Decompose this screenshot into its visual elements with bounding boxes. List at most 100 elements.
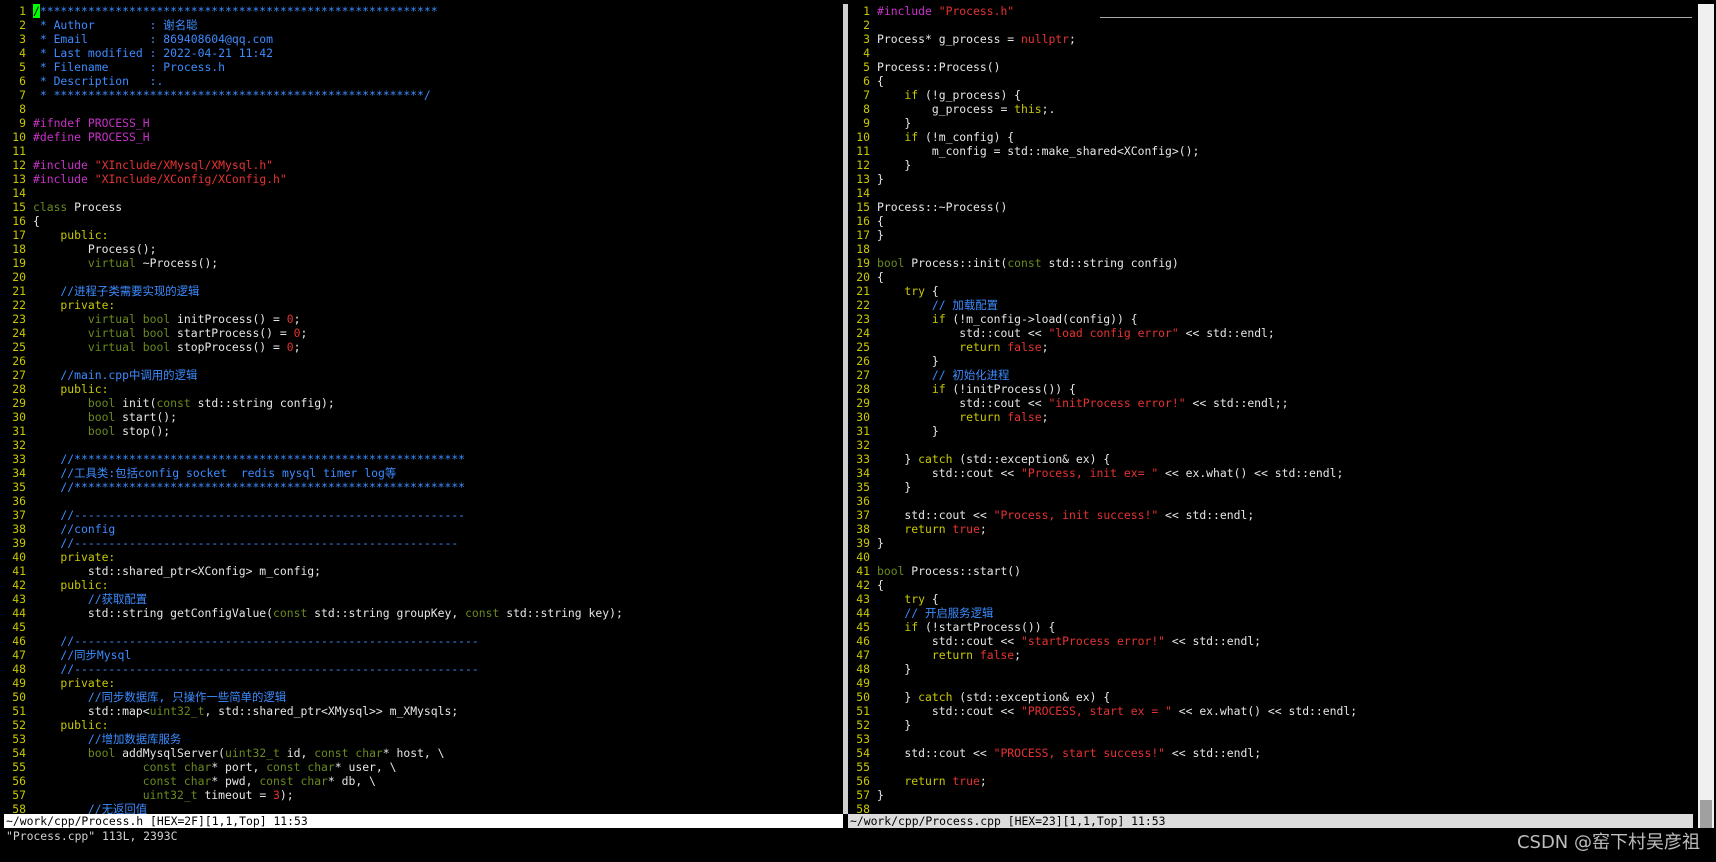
code-line[interactable]: 25 return false; bbox=[848, 340, 1693, 354]
code-line[interactable]: 30 return false; bbox=[848, 410, 1693, 424]
code-line[interactable]: 38 //config bbox=[4, 522, 843, 536]
code-line[interactable]: 6{ bbox=[848, 74, 1693, 88]
code-line[interactable]: 26 bbox=[4, 354, 843, 368]
code-line[interactable]: 37 //-----------------------------------… bbox=[4, 508, 843, 522]
code-line[interactable]: 51 std::map<uint32_t, std::shared_ptr<XM… bbox=[4, 704, 843, 718]
code-line[interactable]: 23 virtual bool initProcess() = 0; bbox=[4, 312, 843, 326]
code-line[interactable]: 53 bbox=[848, 732, 1693, 746]
editor-pane-right[interactable]: 1 #include "Process.h" 2 3 Process* g_proces… bbox=[848, 4, 1693, 814]
code-line[interactable]: 18 bbox=[848, 242, 1693, 256]
code-line[interactable]: 3 Process* g_process = nullptr; bbox=[848, 32, 1693, 46]
code-line[interactable]: 50 } catch (std::exception& ex) { bbox=[848, 690, 1693, 704]
code-line[interactable]: 7 if (!g_process) { bbox=[848, 88, 1693, 102]
code-line[interactable]: 1/**************************************… bbox=[4, 4, 843, 18]
code-line[interactable]: 24 std::cout << "load config error" << s… bbox=[848, 326, 1693, 340]
code-line[interactable]: 40 private: bbox=[4, 550, 843, 564]
code-line[interactable]: 2 bbox=[848, 18, 1693, 32]
code-line[interactable]: 16 { bbox=[848, 214, 1693, 228]
code-line[interactable]: 41 bool Process::start() bbox=[848, 564, 1693, 578]
code-line[interactable]: 58 bbox=[848, 802, 1693, 814]
code-line[interactable]: 33 //***********************************… bbox=[4, 452, 843, 466]
code-line[interactable]: 58 //无返回值 bbox=[4, 802, 843, 814]
code-line[interactable]: 4 * Last modified : 2022-04-21 11:42 bbox=[4, 46, 843, 60]
code-line[interactable]: 36 bbox=[848, 494, 1693, 508]
code-line[interactable]: 35 //***********************************… bbox=[4, 480, 843, 494]
code-line[interactable]: 5 Process::Process() bbox=[848, 60, 1693, 74]
code-line[interactable]: 43 try { bbox=[848, 592, 1693, 606]
code-line[interactable]: 7 * ************************************… bbox=[4, 88, 843, 102]
code-line[interactable]: 57} bbox=[848, 788, 1693, 802]
code-line[interactable]: 45 bbox=[4, 620, 843, 634]
code-line[interactable]: 17 public: bbox=[4, 228, 843, 242]
code-line[interactable]: 13 #include "XInclude/XConfig/XConfig.h" bbox=[4, 172, 843, 186]
code-line[interactable]: 47 return false; bbox=[848, 648, 1693, 662]
code-line[interactable]: 5 * Filename : Process.h bbox=[4, 60, 843, 74]
editor-pane-left[interactable]: 1/**************************************… bbox=[4, 4, 843, 814]
code-line[interactable]: 29 std::cout << "initProcess error!" << … bbox=[848, 396, 1693, 410]
code-line[interactable]: 21 //进程子类需要实现的逻辑 bbox=[4, 284, 843, 298]
code-line[interactable]: 20 { bbox=[848, 270, 1693, 284]
code-line[interactable]: 9 #ifndef PROCESS_H bbox=[4, 116, 843, 130]
code-line[interactable]: 53 //增加数据库服务 bbox=[4, 732, 843, 746]
code-line[interactable]: 52 } bbox=[848, 718, 1693, 732]
code-line[interactable]: 21 try { bbox=[848, 284, 1693, 298]
code-line[interactable]: 50 //同步数据库, 只操作一些简单的逻辑 bbox=[4, 690, 843, 704]
code-line[interactable]: 31 bool stop(); bbox=[4, 424, 843, 438]
code-line[interactable]: 46 //-----------------------------------… bbox=[4, 634, 843, 648]
code-line[interactable]: 43 //获取配置 bbox=[4, 592, 843, 606]
code-line[interactable]: 22 // 加载配置 bbox=[848, 298, 1693, 312]
code-line[interactable]: 47 //同步Mysql bbox=[4, 648, 843, 662]
code-line[interactable]: 54 std::cout << "PROCESS, start success!… bbox=[848, 746, 1693, 760]
code-line[interactable]: 34 std::cout << "Process, init ex= " << … bbox=[848, 466, 1693, 480]
code-line[interactable]: 44 std::string getConfigValue(const std:… bbox=[4, 606, 843, 620]
code-line[interactable]: 26 } bbox=[848, 354, 1693, 368]
code-line[interactable]: 24 virtual bool startProcess() = 0; bbox=[4, 326, 843, 340]
code-line[interactable]: 3 * Email : 869408604@qq.com bbox=[4, 32, 843, 46]
code-line[interactable]: 14 bbox=[848, 186, 1693, 200]
code-line[interactable]: 11 bbox=[4, 144, 843, 158]
code-line[interactable]: 46 std::cout << "startProcess error!" <<… bbox=[848, 634, 1693, 648]
code-line[interactable]: 48 } bbox=[848, 662, 1693, 676]
code-line[interactable]: 17} bbox=[848, 228, 1693, 242]
code-line[interactable]: 10 #define PROCESS_H bbox=[4, 130, 843, 144]
code-line[interactable]: 25 virtual bool stopProcess() = 0; bbox=[4, 340, 843, 354]
code-line[interactable]: 18 Process(); bbox=[4, 242, 843, 256]
code-line[interactable]: 30 bool start(); bbox=[4, 410, 843, 424]
code-line[interactable]: 41 std::shared_ptr<XConfig> m_config; bbox=[4, 564, 843, 578]
code-line[interactable]: 54 bool addMysqlServer(uint32_t id, cons… bbox=[4, 746, 843, 760]
scrollbar-thumb[interactable] bbox=[1700, 800, 1712, 828]
code-line[interactable]: 15 Process::~Process() bbox=[848, 200, 1693, 214]
code-line[interactable]: 31 } bbox=[848, 424, 1693, 438]
code-line[interactable]: 44 // 开启服务逻辑 bbox=[848, 606, 1693, 620]
code-line[interactable]: 14 bbox=[4, 186, 843, 200]
code-line[interactable]: 22 private: bbox=[4, 298, 843, 312]
code-line[interactable]: 28 public: bbox=[4, 382, 843, 396]
code-line[interactable]: 56 const char* pwd, const char* db, \ bbox=[4, 774, 843, 788]
code-line[interactable]: 29 bool init(const std::string config); bbox=[4, 396, 843, 410]
code-line[interactable]: 37 std::cout << "Process, init success!"… bbox=[848, 508, 1693, 522]
code-line[interactable]: 1 #include "Process.h" bbox=[848, 4, 1693, 18]
code-line[interactable]: 36 bbox=[4, 494, 843, 508]
code-line[interactable]: 19 virtual ~Process(); bbox=[4, 256, 843, 270]
code-line[interactable]: 16 { bbox=[4, 214, 843, 228]
code-line[interactable]: 28 if (!initProcess()) { bbox=[848, 382, 1693, 396]
code-line[interactable]: 23 if (!m_config->load(config)) { bbox=[848, 312, 1693, 326]
code-line[interactable]: 34 //工具类:包括config socket redis mysql tim… bbox=[4, 466, 843, 480]
code-line[interactable]: 39 //-----------------------------------… bbox=[4, 536, 843, 550]
code-line[interactable]: 19 bool Process::init(const std::string c… bbox=[848, 256, 1693, 270]
code-line[interactable]: 27 // 初始化进程 bbox=[848, 368, 1693, 382]
code-line[interactable]: 27 //main.cpp中调用的逻辑 bbox=[4, 368, 843, 382]
code-line[interactable]: 15 class Process bbox=[4, 200, 843, 214]
code-line[interactable]: 38 return true; bbox=[848, 522, 1693, 536]
code-line[interactable]: 55 bbox=[848, 760, 1693, 774]
code-line[interactable]: 49 bbox=[848, 676, 1693, 690]
code-line[interactable]: 57 uint32_t timeout = 3); bbox=[4, 788, 843, 802]
code-line[interactable]: 48 //-----------------------------------… bbox=[4, 662, 843, 676]
code-line[interactable]: 45 if (!startProcess()) { bbox=[848, 620, 1693, 634]
code-line[interactable]: 6 * Description :. bbox=[4, 74, 843, 88]
code-line[interactable]: 51 std::cout << "PROCESS, start ex = " <… bbox=[848, 704, 1693, 718]
code-line[interactable]: 35 } bbox=[848, 480, 1693, 494]
code-line[interactable]: 52 public: bbox=[4, 718, 843, 732]
code-line[interactable]: 13} bbox=[848, 172, 1693, 186]
code-line[interactable]: 10 if (!m_config) { bbox=[848, 130, 1693, 144]
